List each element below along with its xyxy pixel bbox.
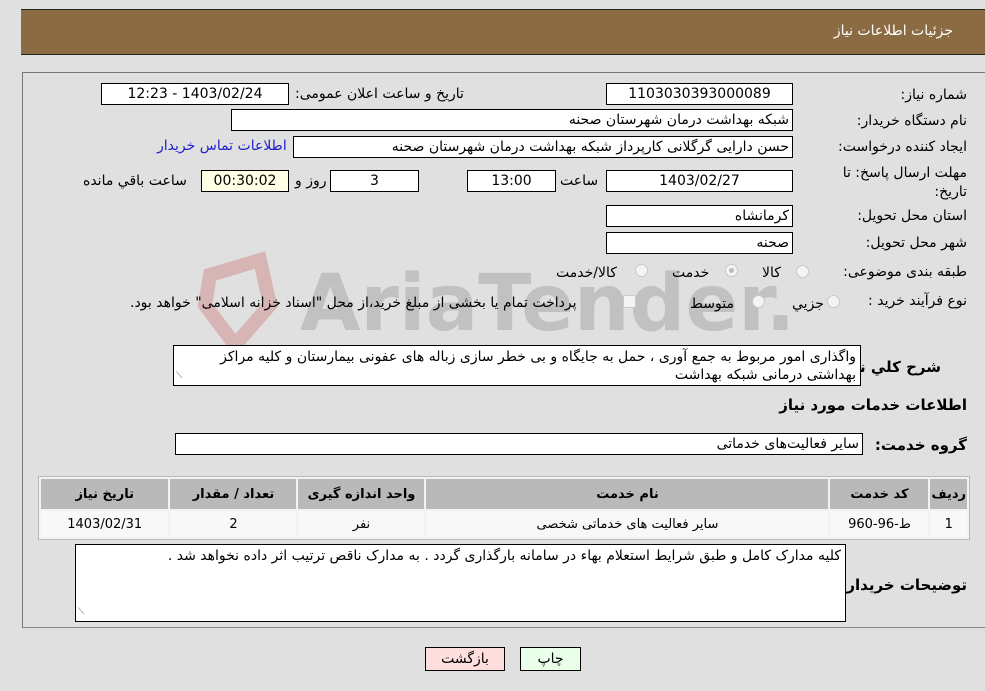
cell-need-date: 1403/02/31	[41, 511, 169, 537]
description-text: واگذاری امور مربوط به جمع آوری ، حمل به …	[220, 349, 856, 383]
province-label: استان محل تحویل:	[857, 208, 967, 224]
col-header-need-date: تاریخ نیاز	[41, 479, 169, 509]
buyer-contact-link[interactable]: اطلاعات تماس خریدار	[157, 138, 287, 154]
resize-grip-icon[interactable]: ⟋	[176, 367, 182, 385]
services-table: ردیف کد خدمت نام خدمت واحد اندازه گیری ت…	[38, 476, 970, 540]
city-label: شهر محل تحویل:	[865, 235, 967, 251]
treasury-payment-checkbox[interactable]	[623, 295, 636, 308]
cell-unit: نفر	[298, 511, 425, 537]
table-row: 1 ط-96-960 سایر فعالیت های خدماتی شخصی ن…	[41, 511, 967, 537]
creator-field: حسن دارایی گرگلانی کارپرداز شبکه بهداشت …	[293, 136, 793, 158]
back-button[interactable]: بازگشت	[425, 647, 505, 671]
process-radio-medium[interactable]	[752, 295, 765, 308]
page-header: جزئیات اطلاعات نیاز	[21, 9, 985, 55]
province-field: کرمانشاه	[606, 205, 793, 227]
col-header-service-name: نام خدمت	[426, 479, 829, 509]
col-header-quantity: تعداد / مقدار	[170, 479, 297, 509]
table-header-row: ردیف کد خدمت نام خدمت واحد اندازه گیری ت…	[41, 479, 967, 509]
buyer-org-field: شبکه بهداشت درمان شهرستان صحنه	[231, 109, 793, 131]
description-textarea[interactable]: واگذاری امور مربوط به جمع آوری ، حمل به …	[173, 345, 861, 386]
category-option-goods: کالا	[762, 265, 781, 281]
category-radio-goods-service[interactable]	[635, 264, 648, 277]
process-option-minor: جزیي	[792, 296, 824, 312]
buyer-org-label: نام دستگاه خریدار:	[856, 113, 967, 129]
deadline-time-field: 13:00	[467, 170, 556, 192]
buyer-notes-label: توضیحات خریدار:	[840, 576, 967, 594]
deadline-label: مهلت ارسال پاسخ: تا تاریخ:	[842, 165, 967, 200]
resize-grip-icon[interactable]: ⟋	[78, 603, 84, 621]
category-option-service: خدمت	[672, 265, 710, 281]
print-button[interactable]: چاپ	[520, 647, 581, 671]
category-label: طبقه بندی موضوعی:	[843, 264, 967, 280]
process-option-medium: متوسط	[690, 296, 734, 312]
announce-datetime-label: تاریخ و ساعت اعلان عمومی:	[295, 86, 464, 102]
need-number-field: 1103030393000089	[606, 83, 793, 105]
creator-label: ایجاد کننده درخواست:	[838, 139, 967, 155]
city-field: صحنه	[606, 232, 793, 254]
cell-quantity: 2	[170, 511, 297, 537]
process-label: نوع فرآیند خرید :	[868, 293, 967, 309]
cell-service-code: ط-96-960	[830, 511, 929, 537]
buyer-notes-textarea[interactable]: کلیه مدارک کامل و طبق شرایط استعلام بهاء…	[75, 544, 846, 622]
buyer-notes-text: کلیه مدارک کامل و طبق شرایط استعلام بهاء…	[167, 548, 841, 564]
treasury-payment-note: پرداخت تمام یا بخشی از مبلغ خرید،از محل …	[130, 295, 577, 311]
cell-service-name: سایر فعالیت های خدماتی شخصی	[426, 511, 829, 537]
category-radio-service[interactable]	[725, 264, 738, 277]
need-number-label: شماره نیاز:	[900, 87, 968, 103]
process-radio-minor[interactable]	[827, 295, 840, 308]
col-header-service-code: کد خدمت	[830, 479, 929, 509]
services-section-title: اطلاعات خدمات مورد نیاز	[779, 396, 967, 414]
days-remaining-field: 3	[330, 170, 419, 192]
col-header-unit: واحد اندازه گیری	[298, 479, 425, 509]
category-radio-goods[interactable]	[796, 265, 809, 278]
announce-datetime-field: 1403/02/24 - 12:23	[101, 83, 289, 105]
deadline-date-field: 1403/02/27	[606, 170, 793, 192]
cell-row-number: 1	[930, 511, 967, 537]
category-option-goods-service: کالا/خدمت	[556, 265, 617, 281]
time-remaining-label: ساعت باقي مانده	[83, 173, 187, 189]
deadline-time-label: ساعت	[560, 173, 599, 189]
time-remaining-field: 00:30:02	[201, 170, 289, 192]
service-group-label: گروه خدمت:	[874, 436, 967, 454]
col-header-row-number: ردیف	[930, 479, 967, 509]
days-label: روز و	[295, 173, 327, 189]
service-group-field: سایر فعالیت‌های خدماتی	[175, 433, 863, 455]
page-title: جزئیات اطلاعات نیاز	[833, 23, 953, 39]
